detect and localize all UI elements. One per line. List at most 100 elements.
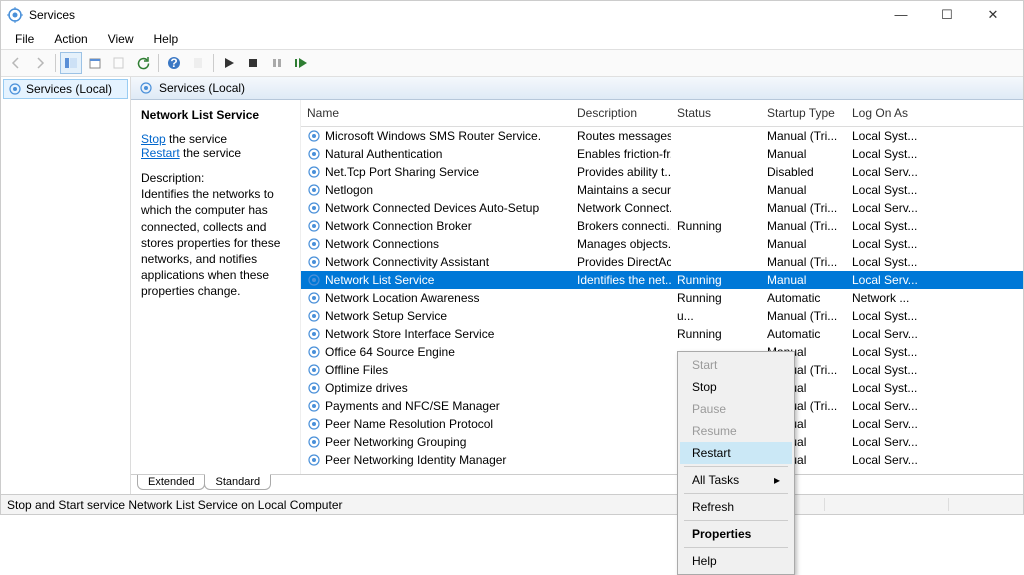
service-description: Enables friction-fr...: [571, 147, 671, 161]
tab-standard[interactable]: Standard: [204, 474, 271, 490]
export-button[interactable]: [108, 52, 130, 74]
ctx-properties[interactable]: Properties: [680, 523, 792, 545]
service-startup: Manual (Tri...: [761, 309, 846, 323]
col-startup[interactable]: Startup Type: [761, 100, 846, 126]
col-logon[interactable]: Log On As: [846, 100, 926, 126]
detail-pane: Network List Service Stop the service Re…: [131, 100, 301, 474]
service-row[interactable]: Net.Tcp Port Sharing ServiceProvides abi…: [301, 163, 1023, 181]
service-startup: Automatic: [761, 291, 846, 305]
service-logon: Local Serv...: [846, 453, 926, 467]
menu-help[interactable]: Help: [146, 30, 187, 48]
service-description: Network Connect...: [571, 201, 671, 215]
service-name: Network Setup Service: [325, 309, 447, 323]
main-header-label: Services (Local): [159, 81, 245, 95]
ctx-start[interactable]: Start: [680, 354, 792, 376]
service-row[interactable]: Network ConnectionsManages objects...Man…: [301, 235, 1023, 253]
service-name: Optimize drives: [325, 381, 408, 395]
service-row[interactable]: Network Connected Devices Auto-SetupNetw…: [301, 199, 1023, 217]
help-button[interactable]: ?: [163, 52, 185, 74]
service-startup: Automatic: [761, 327, 846, 341]
service-row[interactable]: Network Connection BrokerBrokers connect…: [301, 217, 1023, 235]
service-row[interactable]: Payments and NFC/SE ManagerManual (Tri..…: [301, 397, 1023, 415]
service-startup: Manual: [761, 237, 846, 251]
service-status: Running: [671, 327, 761, 341]
service-row[interactable]: Optimize drivesManualLocal Syst...: [301, 379, 1023, 397]
service-logon: Local Syst...: [846, 237, 926, 251]
service-logon: Local Syst...: [846, 129, 926, 143]
back-button[interactable]: [5, 52, 27, 74]
ctx-help[interactable]: Help: [680, 550, 792, 572]
service-startup: Manual: [761, 183, 846, 197]
separator: [158, 54, 159, 72]
service-logon: Local Syst...: [846, 147, 926, 161]
service-logon: Local Serv...: [846, 273, 926, 287]
service-row[interactable]: Peer Networking Identity ManagerManualLo…: [301, 451, 1023, 469]
service-name: Network Location Awareness: [325, 291, 480, 305]
ctx-pause[interactable]: Pause: [680, 398, 792, 420]
prev-item-button[interactable]: [187, 52, 209, 74]
col-description[interactable]: Description: [571, 100, 671, 126]
gear-icon: [8, 82, 22, 96]
properties-button[interactable]: [84, 52, 106, 74]
menu-file[interactable]: File: [7, 30, 42, 48]
service-row[interactable]: Natural AuthenticationEnables friction-f…: [301, 145, 1023, 163]
service-status: Running: [671, 291, 761, 305]
service-name: Peer Networking Grouping: [325, 435, 466, 449]
maximize-button[interactable]: ☐: [933, 7, 961, 23]
service-logon: Local Serv...: [846, 417, 926, 431]
ctx-stop[interactable]: Stop: [680, 376, 792, 398]
close-button[interactable]: ✕: [979, 7, 1007, 23]
gear-icon: [307, 363, 321, 377]
minimize-button[interactable]: —: [887, 7, 915, 23]
service-startup: Disabled: [761, 165, 846, 179]
service-name: Network Store Interface Service: [325, 327, 494, 341]
service-row[interactable]: Microsoft Windows SMS Router Service.Rou…: [301, 127, 1023, 145]
ctx-restart[interactable]: Restart: [680, 442, 792, 464]
toolbar: ?: [1, 49, 1023, 77]
service-name: Net.Tcp Port Sharing Service: [325, 165, 479, 179]
nav-services-local[interactable]: Services (Local): [3, 79, 128, 99]
list-header: Name Description Status Startup Type Log…: [301, 100, 1023, 127]
show-hide-tree-button[interactable]: [60, 52, 82, 74]
col-status[interactable]: Status: [671, 100, 761, 126]
service-row[interactable]: Office 64 Source EngineManualLocal Syst.…: [301, 343, 1023, 361]
start-service-button[interactable]: [218, 52, 240, 74]
stop-service-link[interactable]: Stop: [141, 132, 166, 146]
service-name: Netlogon: [325, 183, 373, 197]
ctx-all-tasks[interactable]: All Tasks▸: [680, 469, 792, 491]
service-startup: Manual (Tri...: [761, 219, 846, 233]
menubar: File Action View Help: [1, 29, 1023, 49]
service-row[interactable]: Peer Name Resolution ProtocolManualLocal…: [301, 415, 1023, 433]
menu-view[interactable]: View: [100, 30, 142, 48]
tab-extended[interactable]: Extended: [137, 475, 205, 490]
gear-icon: [307, 435, 321, 449]
service-row[interactable]: NetlogonMaintains a secur...ManualLocal …: [301, 181, 1023, 199]
restart-service-link[interactable]: Restart: [141, 146, 180, 160]
gear-icon: [307, 219, 321, 233]
restart-service-button[interactable]: [290, 52, 312, 74]
service-row[interactable]: Offline FilesManual (Tri...Local Syst...: [301, 361, 1023, 379]
stop-service-button[interactable]: [242, 52, 264, 74]
service-row[interactable]: Network Store Interface Service RunningAu…: [301, 325, 1023, 343]
service-row[interactable]: Network Setup Serviceu...Manual (Tri...L…: [301, 307, 1023, 325]
gear-icon: [307, 417, 321, 431]
forward-button[interactable]: [29, 52, 51, 74]
service-row[interactable]: Peer Networking GroupingManualLocal Serv…: [301, 433, 1023, 451]
menu-action[interactable]: Action: [46, 30, 95, 48]
service-startup: Manual (Tri...: [761, 129, 846, 143]
service-row[interactable]: Network Location Awareness RunningAutomat…: [301, 289, 1023, 307]
pause-service-button[interactable]: [266, 52, 288, 74]
service-status: u...: [671, 309, 761, 323]
gear-icon: [307, 201, 321, 215]
col-name[interactable]: Name: [301, 100, 571, 126]
service-logon: Local Syst...: [846, 219, 926, 233]
separator: [213, 54, 214, 72]
ctx-resume[interactable]: Resume: [680, 420, 792, 442]
separator: [684, 520, 788, 521]
service-row[interactable]: Network List ServiceIdentifies the net..…: [301, 271, 1023, 289]
description-text: Identifies the networks to which the com…: [141, 187, 280, 298]
service-row[interactable]: Network Connectivity AssistantProvides D…: [301, 253, 1023, 271]
service-description: Identifies the net...: [571, 273, 671, 287]
refresh-button[interactable]: [132, 52, 154, 74]
service-logon: Local Syst...: [846, 255, 926, 269]
